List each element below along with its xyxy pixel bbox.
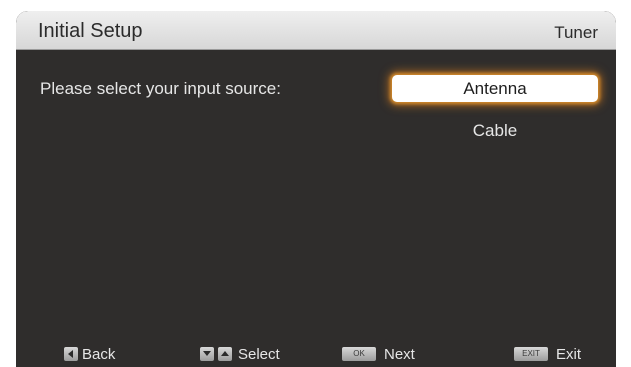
exit-label: Exit xyxy=(556,345,582,363)
setup-screen: Initial Setup Tuner Please select your i… xyxy=(16,11,616,367)
input-source-prompt: Please select your input source: xyxy=(40,79,281,98)
back-label: Back xyxy=(82,345,116,363)
select-label: Select xyxy=(238,345,280,363)
exit-key-icon: EXIT xyxy=(514,347,548,361)
option-cable[interactable]: Cable xyxy=(392,117,598,144)
up-arrow-key-icon xyxy=(218,347,232,361)
header-bar: Initial Setup Tuner xyxy=(16,11,616,50)
ok-key-icon: OK xyxy=(342,347,376,361)
next-label: Next xyxy=(384,345,415,363)
back-button[interactable]: Back xyxy=(64,345,115,363)
section-label: Tuner xyxy=(554,23,598,42)
option-antenna[interactable]: Antenna xyxy=(392,75,598,102)
next-button[interactable]: OK Next xyxy=(342,345,415,363)
down-arrow-key-icon xyxy=(200,347,214,361)
select-hint[interactable]: Select xyxy=(200,345,280,363)
exit-button[interactable]: EXIT Exit xyxy=(514,345,581,363)
page-title: Initial Setup xyxy=(38,20,143,42)
left-arrow-key-icon xyxy=(64,347,78,361)
